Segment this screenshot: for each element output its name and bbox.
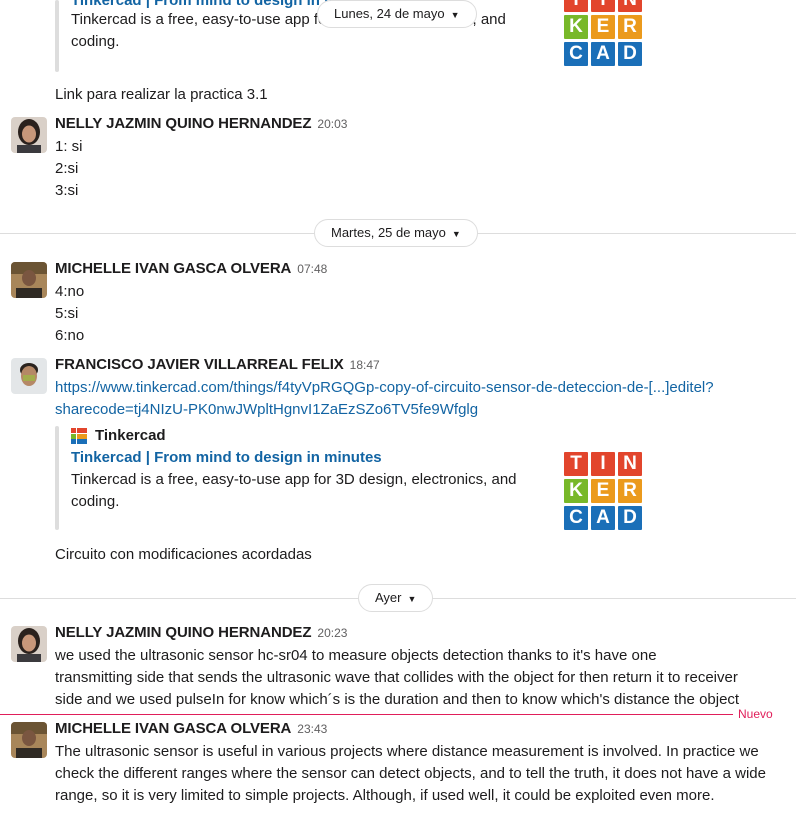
avatar[interactable] xyxy=(11,626,47,662)
avatar[interactable] xyxy=(11,262,47,298)
attachment-service-name: Tinkercad xyxy=(95,427,166,444)
message-author[interactable]: MICHELLE IVAN GASCA OLVERA xyxy=(55,260,291,277)
message-line: 5:si xyxy=(55,305,79,322)
message-line: we used the ultrasonic sensor hc-sr04 to… xyxy=(55,647,657,664)
logo-tile: D xyxy=(618,42,642,66)
chevron-down-icon: ▼ xyxy=(407,594,417,604)
message-line: check the different ranges where the sen… xyxy=(55,765,766,782)
chevron-down-icon: ▼ xyxy=(450,10,460,20)
logo-tile: I xyxy=(591,452,615,476)
tinkercad-logo-top: T I N K E R C A D xyxy=(564,0,642,66)
tinkercad-service-icon xyxy=(71,428,87,444)
attachment-description: Tinkercad is a free, easy-to-use app fo xyxy=(71,11,327,28)
message-timestamp[interactable]: 18:47 xyxy=(350,358,380,372)
new-messages-label: Nuevo xyxy=(738,707,773,721)
logo-tile: C xyxy=(564,42,588,66)
attachment-description: Tinkercad is a free, easy-to-use app for… xyxy=(71,471,517,488)
tinkercad-logo[interactable]: T I N K E R C A D xyxy=(564,452,642,530)
message-author[interactable]: FRANCISCO JAVIER VILLARREAL FELIX xyxy=(55,356,344,373)
date-divider-label: Ayer xyxy=(375,590,402,605)
logo-tile: R xyxy=(618,15,642,39)
avatar[interactable] xyxy=(11,358,47,394)
attachment-bar xyxy=(55,426,59,530)
message-timestamp[interactable]: 23:43 xyxy=(297,722,327,736)
message-author[interactable]: NELLY JAZMIN QUINO HERNANDEZ xyxy=(55,115,311,132)
avatar[interactable] xyxy=(11,722,47,758)
message-text: Circuito con modificaciones acordadas xyxy=(55,546,312,563)
date-divider-button[interactable]: Lunes, 24 de mayo ▼ xyxy=(317,0,477,28)
message-line: 3:si xyxy=(55,182,79,199)
message-timestamp[interactable]: 07:48 xyxy=(297,262,327,276)
avatar[interactable] xyxy=(11,117,47,153)
logo-tile: R xyxy=(618,479,642,503)
message-timestamp[interactable]: 20:23 xyxy=(317,626,347,640)
message-link-continued[interactable]: sharecode=tj4NIzU-PK0nwJWpltHgnvI1ZaEzSZ… xyxy=(55,399,478,421)
new-messages-line xyxy=(0,714,733,715)
avatar-image xyxy=(11,117,47,153)
logo-tile: N xyxy=(618,452,642,476)
chevron-down-icon: ▼ xyxy=(451,229,461,239)
date-divider-label: Martes, 25 de mayo xyxy=(331,225,446,240)
message-line: 6:no xyxy=(55,327,85,344)
avatar-image xyxy=(11,626,47,662)
date-divider-button[interactable]: Ayer ▼ xyxy=(358,584,434,612)
logo-tile: T xyxy=(564,0,588,12)
logo-tile: D xyxy=(618,506,642,530)
attachment-description-2: coding. xyxy=(71,33,120,50)
message-text: Link para realizar la practica 3.1 xyxy=(55,86,268,103)
logo-tile: T xyxy=(564,452,588,476)
message-line: The ultrasonic sensor is useful in vario… xyxy=(55,743,759,760)
message-line: side and we used pulseIn for know which´… xyxy=(55,691,740,708)
avatar-image xyxy=(11,722,47,758)
message-author[interactable]: NELLY JAZMIN QUINO HERNANDEZ xyxy=(55,624,311,641)
logo-tile: E xyxy=(591,479,615,503)
message-link[interactable]: https://www.tinkercad.com/things/f4tyVpR… xyxy=(55,377,714,399)
message-timestamp[interactable]: 20:03 xyxy=(317,117,347,131)
message-author[interactable]: MICHELLE IVAN GASCA OLVERA xyxy=(55,720,291,737)
avatar-image xyxy=(11,262,47,298)
message-line: transmitting side that sends the ultraso… xyxy=(55,669,738,686)
message-line: 2:si xyxy=(55,160,79,177)
message-line: 4:no xyxy=(55,283,85,300)
logo-tile: E xyxy=(591,15,615,39)
logo-tile: K xyxy=(564,15,588,39)
message-line: range, so it is very limited to simple p… xyxy=(55,787,715,804)
logo-tile: I xyxy=(591,0,615,12)
logo-tile: A xyxy=(591,506,615,530)
attachment-description-2: coding. xyxy=(71,493,120,510)
date-divider-button[interactable]: Martes, 25 de mayo ▼ xyxy=(314,219,478,247)
date-divider-label: Lunes, 24 de mayo xyxy=(334,6,445,21)
logo-tile: K xyxy=(564,479,588,503)
logo-tile: C xyxy=(564,506,588,530)
avatar-image xyxy=(11,358,47,394)
logo-tile: N xyxy=(618,0,642,12)
logo-tile: A xyxy=(591,42,615,66)
message-line: 1: si xyxy=(55,138,83,155)
attachment-title[interactable]: Tinkercad | From mind to design in minut… xyxy=(71,447,382,469)
attachment-bar xyxy=(55,0,59,72)
